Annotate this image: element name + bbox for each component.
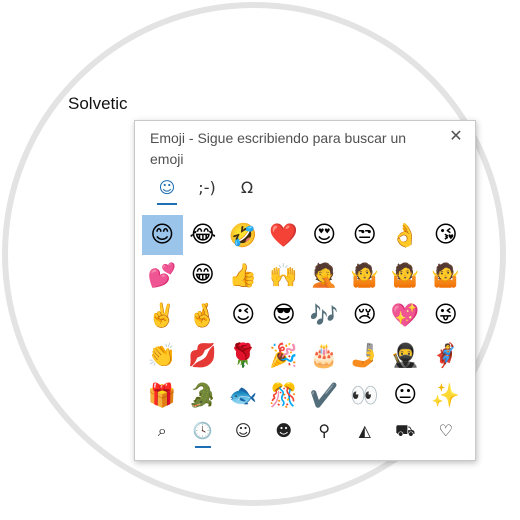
search-icon[interactable]: ⌕ xyxy=(142,417,183,451)
emoji-cell[interactable]: 😒 xyxy=(345,215,386,255)
emoji-cell[interactable]: 🎉 xyxy=(264,335,305,375)
car-icon[interactable]: ⛟ xyxy=(385,417,426,451)
emoji-cell[interactable]: 🤷 xyxy=(426,255,467,295)
emoji-cell[interactable]: ✔️ xyxy=(304,375,345,415)
emoji-cell[interactable]: 🤣 xyxy=(223,215,264,255)
emoji-cell[interactable]: 💖 xyxy=(385,295,426,335)
heart-icon[interactable]: ♡ xyxy=(426,417,467,451)
emoji-cell[interactable]: 🐟 xyxy=(223,375,264,415)
emoji-cell[interactable]: 🤳 xyxy=(345,335,386,375)
emoji-cell[interactable]: 🤞 xyxy=(183,295,224,335)
pizza-icon[interactable]: ◭ xyxy=(345,417,386,451)
emoji-cell[interactable]: ✌️ xyxy=(142,295,183,335)
emoji-cell[interactable]: 😊 xyxy=(142,215,183,255)
emoji-cell[interactable]: 😉 xyxy=(223,295,264,335)
emoji-cell[interactable]: 🐊 xyxy=(183,375,224,415)
people-icon[interactable]: ☻ xyxy=(264,417,305,451)
emoji-cell[interactable]: 🦸 xyxy=(426,335,467,375)
emoji-cell[interactable]: 😁 xyxy=(183,255,224,295)
panel-title: Emoji - Sigue escribiendo para buscar un… xyxy=(150,130,407,167)
emoji-cell[interactable]: 😘 xyxy=(426,215,467,255)
emoji-cell[interactable]: 😂 xyxy=(183,215,224,255)
emoji-cell[interactable]: 😐 xyxy=(385,375,426,415)
emoji-cell[interactable]: 👌 xyxy=(385,215,426,255)
emoji-cell[interactable]: 🎂 xyxy=(304,335,345,375)
emoji-cell[interactable]: 👍 xyxy=(223,255,264,295)
smiley-icon[interactable]: ☺ xyxy=(223,417,264,451)
emoji-cell[interactable]: 😜 xyxy=(426,295,467,335)
balloon-icon[interactable]: ⚲ xyxy=(304,417,345,451)
emoji-cell[interactable]: 😍 xyxy=(304,215,345,255)
emoji-cell[interactable]: 👏 xyxy=(142,335,183,375)
emoji-panel: Emoji - Sigue escribiendo para buscar un… xyxy=(134,120,476,461)
kaomoji-tab[interactable]: ;-) xyxy=(187,175,227,205)
document-text: Solvetic xyxy=(68,94,128,113)
symbols-tab[interactable]: Ω xyxy=(227,175,267,205)
category-bar: ⌕ 🕓 ☺ ☻ ⚲ ◭ ⛟ ♡ xyxy=(142,417,472,451)
emoji-cell[interactable]: 🤷 xyxy=(345,255,386,295)
emoji-cell[interactable]: 😎 xyxy=(264,295,305,335)
emoji-cell[interactable]: ❤️ xyxy=(264,215,305,255)
emoji-cell[interactable]: 🤦 xyxy=(304,255,345,295)
emoji-cell[interactable]: 🙌 xyxy=(264,255,305,295)
emoji-grid: 😊 😂 🤣 ❤️ 😍 😒 👌 😘 💕 😁 👍 🙌 🤦 🤷 🤷 🤷 ✌️ 🤞 😉 😎 🎶 😢 💖 😜 👏 💋 🌹 🎉 🎂 🤳 🥷 🦸 🎁 🐊 🐟 🎊 ✔️… xyxy=(142,215,467,415)
recent-clock-icon[interactable]: 🕓 xyxy=(183,417,224,451)
emoji-cell[interactable]: 💕 xyxy=(142,255,183,295)
emoji-cell[interactable]: 🌹 xyxy=(223,335,264,375)
emoji-tab[interactable]: ☺ xyxy=(147,175,187,205)
close-icon[interactable]: ✕ xyxy=(447,127,465,145)
emoji-cell[interactable]: 🎁 xyxy=(142,375,183,415)
emoji-cell[interactable]: ✨ xyxy=(426,375,467,415)
emoji-cell[interactable]: 👀 xyxy=(345,375,386,415)
emoji-cell[interactable]: 💋 xyxy=(183,335,224,375)
panel-tabs: ☺ ;-) Ω xyxy=(147,175,267,205)
emoji-cell[interactable]: 😢 xyxy=(345,295,386,335)
emoji-cell[interactable]: 🥷 xyxy=(385,335,426,375)
emoji-cell[interactable]: 🎊 xyxy=(264,375,305,415)
emoji-cell[interactable]: 🎶 xyxy=(304,295,345,335)
emoji-cell[interactable]: 🤷 xyxy=(385,255,426,295)
